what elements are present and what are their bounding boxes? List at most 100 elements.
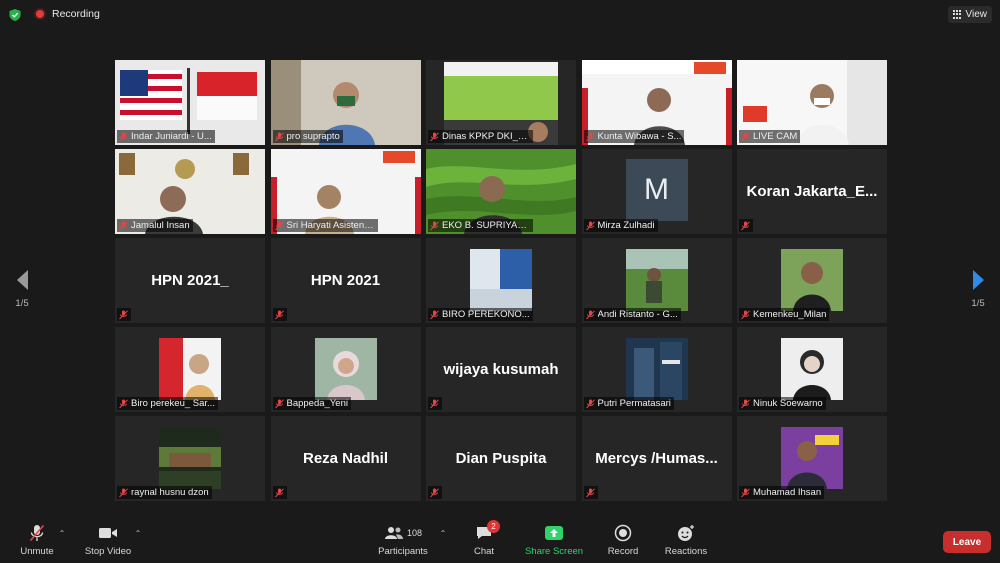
participant-name: raynal husnu dzon bbox=[131, 487, 209, 498]
participant-name-bar: Bappeda_Yeni bbox=[272, 397, 351, 410]
participant-tile[interactable]: HPN 2021 bbox=[270, 238, 421, 323]
participant-name: Mirza Zulhadi bbox=[597, 220, 655, 231]
muted-mic-icon bbox=[119, 309, 128, 319]
chat-unread-badge: 2 bbox=[487, 520, 500, 533]
participant-tile[interactable]: Ninuk Soewarno bbox=[737, 327, 887, 412]
participant-name: Kunta Wibawa - S... bbox=[597, 131, 682, 142]
muted-mic-icon bbox=[430, 398, 439, 408]
chat-button[interactable]: 2 Chat bbox=[468, 520, 500, 557]
muted-mic-icon bbox=[585, 487, 595, 497]
participant-tile[interactable]: Dian Puspita bbox=[426, 416, 576, 501]
participant-name: Andi Ristanto - G... bbox=[597, 309, 678, 320]
reactions-label: Reactions bbox=[664, 546, 708, 557]
meeting-toolbar: Unmute ⌃ Stop Video ⌃ 108 Participants ⌃… bbox=[0, 517, 1000, 563]
muted-mic-icon bbox=[585, 131, 595, 141]
unmute-button[interactable]: Unmute bbox=[14, 523, 60, 557]
participant-tile-active-speaker[interactable]: LIVE CAM bbox=[737, 60, 887, 145]
muted-mic-icon bbox=[274, 398, 284, 408]
view-button[interactable]: View bbox=[947, 6, 992, 23]
participant-tile[interactable]: Sri Haryati Asisten Pe... bbox=[270, 149, 421, 234]
page-indicator-left: 1/5 bbox=[15, 298, 29, 309]
participant-name-bar: Andi Ristanto - G... bbox=[583, 308, 681, 321]
next-page-button[interactable]: 1/5 bbox=[966, 270, 990, 309]
participant-name-bar: Jamalul Insan bbox=[117, 219, 193, 232]
participant-name-bar: pro suprapto bbox=[272, 130, 343, 143]
participant-name-bar bbox=[583, 486, 598, 499]
share-screen-button[interactable]: Share Screen bbox=[523, 523, 585, 557]
participant-name: Kemenkeu_Milan bbox=[753, 309, 827, 320]
participant-tile[interactable]: Putri Permatasari bbox=[581, 327, 732, 412]
muted-mic-icon bbox=[119, 131, 128, 141]
participant-tile[interactable]: Kemenkeu_Milan bbox=[737, 238, 887, 323]
participant-tile[interactable]: Mercys /Humas... bbox=[581, 416, 732, 501]
video-gallery: Indar Juniardi - U... pro suprapto Dinas… bbox=[115, 60, 887, 505]
leave-button[interactable]: Leave bbox=[943, 531, 991, 553]
participant-tile[interactable]: wijaya kusumah bbox=[426, 327, 576, 412]
participant-name-bar: Sri Haryati Asisten Pe... bbox=[272, 219, 378, 232]
record-dot-icon bbox=[34, 8, 46, 20]
arrow-left-icon bbox=[16, 270, 28, 290]
participant-tile[interactable]: HPN 2021_ bbox=[115, 238, 265, 323]
participant-tile[interactable]: EKO B. SUPRIYAN... bbox=[426, 149, 576, 234]
muted-mic-icon bbox=[119, 220, 128, 230]
muted-mic-icon bbox=[274, 487, 284, 497]
participant-name-bar: Muhamad Ihsan bbox=[739, 486, 825, 499]
participant-tile[interactable]: Andi Ristanto - G... bbox=[581, 238, 732, 323]
profile-photo bbox=[159, 427, 221, 489]
participant-name: EKO B. SUPRIYAN... bbox=[442, 220, 530, 231]
participant-display-name: Reza Nadhil bbox=[302, 450, 389, 467]
muted-mic-icon bbox=[430, 309, 439, 319]
profile-photo bbox=[781, 249, 843, 311]
unmute-label: Unmute bbox=[20, 546, 54, 557]
profile-photo bbox=[625, 338, 688, 400]
participant-name-bar bbox=[272, 308, 287, 321]
previous-page-button[interactable]: 1/5 bbox=[10, 270, 34, 309]
muted-mic-icon bbox=[29, 524, 45, 542]
participant-name-bar bbox=[428, 486, 442, 499]
muted-mic-icon bbox=[430, 220, 439, 230]
participant-display-name: Dian Puspita bbox=[455, 450, 547, 467]
recording-label: Recording bbox=[52, 8, 100, 20]
participant-name-bar: Kunta Wibawa - S... bbox=[583, 130, 685, 143]
participant-tile[interactable]: Biro perekeu_ Sar... bbox=[115, 327, 265, 412]
participant-name-bar: Kemenkeu_Milan bbox=[739, 308, 830, 321]
participant-name-bar: Mirza Zulhadi bbox=[583, 219, 658, 232]
participant-tile[interactable]: Jamalul Insan bbox=[115, 149, 265, 234]
share-screen-label: Share Screen bbox=[524, 546, 584, 557]
muted-mic-icon bbox=[741, 487, 750, 497]
profile-photo bbox=[781, 338, 843, 400]
participants-button[interactable]: 108 Participants bbox=[374, 523, 432, 557]
participant-tile[interactable]: Muhamad Ihsan bbox=[737, 416, 887, 501]
muted-mic-icon bbox=[119, 398, 128, 408]
stop-video-label: Stop Video bbox=[84, 546, 132, 557]
muted-mic-icon bbox=[741, 220, 750, 230]
participant-name: Dinas KPKP DKI_Eli... bbox=[442, 131, 530, 142]
participant-name-bar: BIRO PEREKONO... bbox=[428, 308, 533, 321]
participant-tile[interactable]: raynal husnu dzon bbox=[115, 416, 265, 501]
reactions-button[interactable]: Reactions bbox=[661, 523, 711, 557]
participant-name-bar: Dinas KPKP DKI_Eli... bbox=[428, 130, 533, 143]
participant-tile[interactable]: pro suprapto bbox=[270, 60, 421, 145]
arrow-right-icon bbox=[972, 270, 984, 290]
video-options-caret[interactable]: ⌃ bbox=[132, 523, 144, 543]
participant-tile[interactable]: Indar Juniardi - U... bbox=[115, 60, 265, 145]
participant-tile[interactable]: Kunta Wibawa - S... bbox=[581, 60, 732, 145]
recording-indicator[interactable]: Recording bbox=[34, 8, 100, 20]
stop-video-button[interactable]: Stop Video bbox=[80, 523, 136, 557]
record-button[interactable]: Record bbox=[602, 523, 644, 557]
participant-tile[interactable]: Koran Jakarta_E... bbox=[737, 149, 887, 234]
profile-photo bbox=[314, 338, 377, 400]
profile-photo bbox=[159, 338, 221, 400]
participant-tile[interactable]: Dinas KPKP DKI_Eli... bbox=[426, 60, 576, 145]
participant-name: Indar Juniardi - U... bbox=[131, 131, 212, 142]
participant-tile[interactable]: BIRO PEREKONO... bbox=[426, 238, 576, 323]
participant-tile[interactable]: Bappeda_Yeni bbox=[270, 327, 421, 412]
participant-tile[interactable]: M Mirza Zulhadi bbox=[581, 149, 732, 234]
muted-mic-icon bbox=[741, 131, 750, 141]
audio-options-caret[interactable]: ⌃ bbox=[56, 523, 68, 543]
muted-mic-icon bbox=[119, 487, 128, 497]
security-shield-icon[interactable] bbox=[8, 8, 22, 22]
muted-mic-icon bbox=[430, 487, 439, 497]
participant-tile[interactable]: Reza Nadhil bbox=[270, 416, 421, 501]
participants-options-caret[interactable]: ⌃ bbox=[437, 523, 449, 543]
